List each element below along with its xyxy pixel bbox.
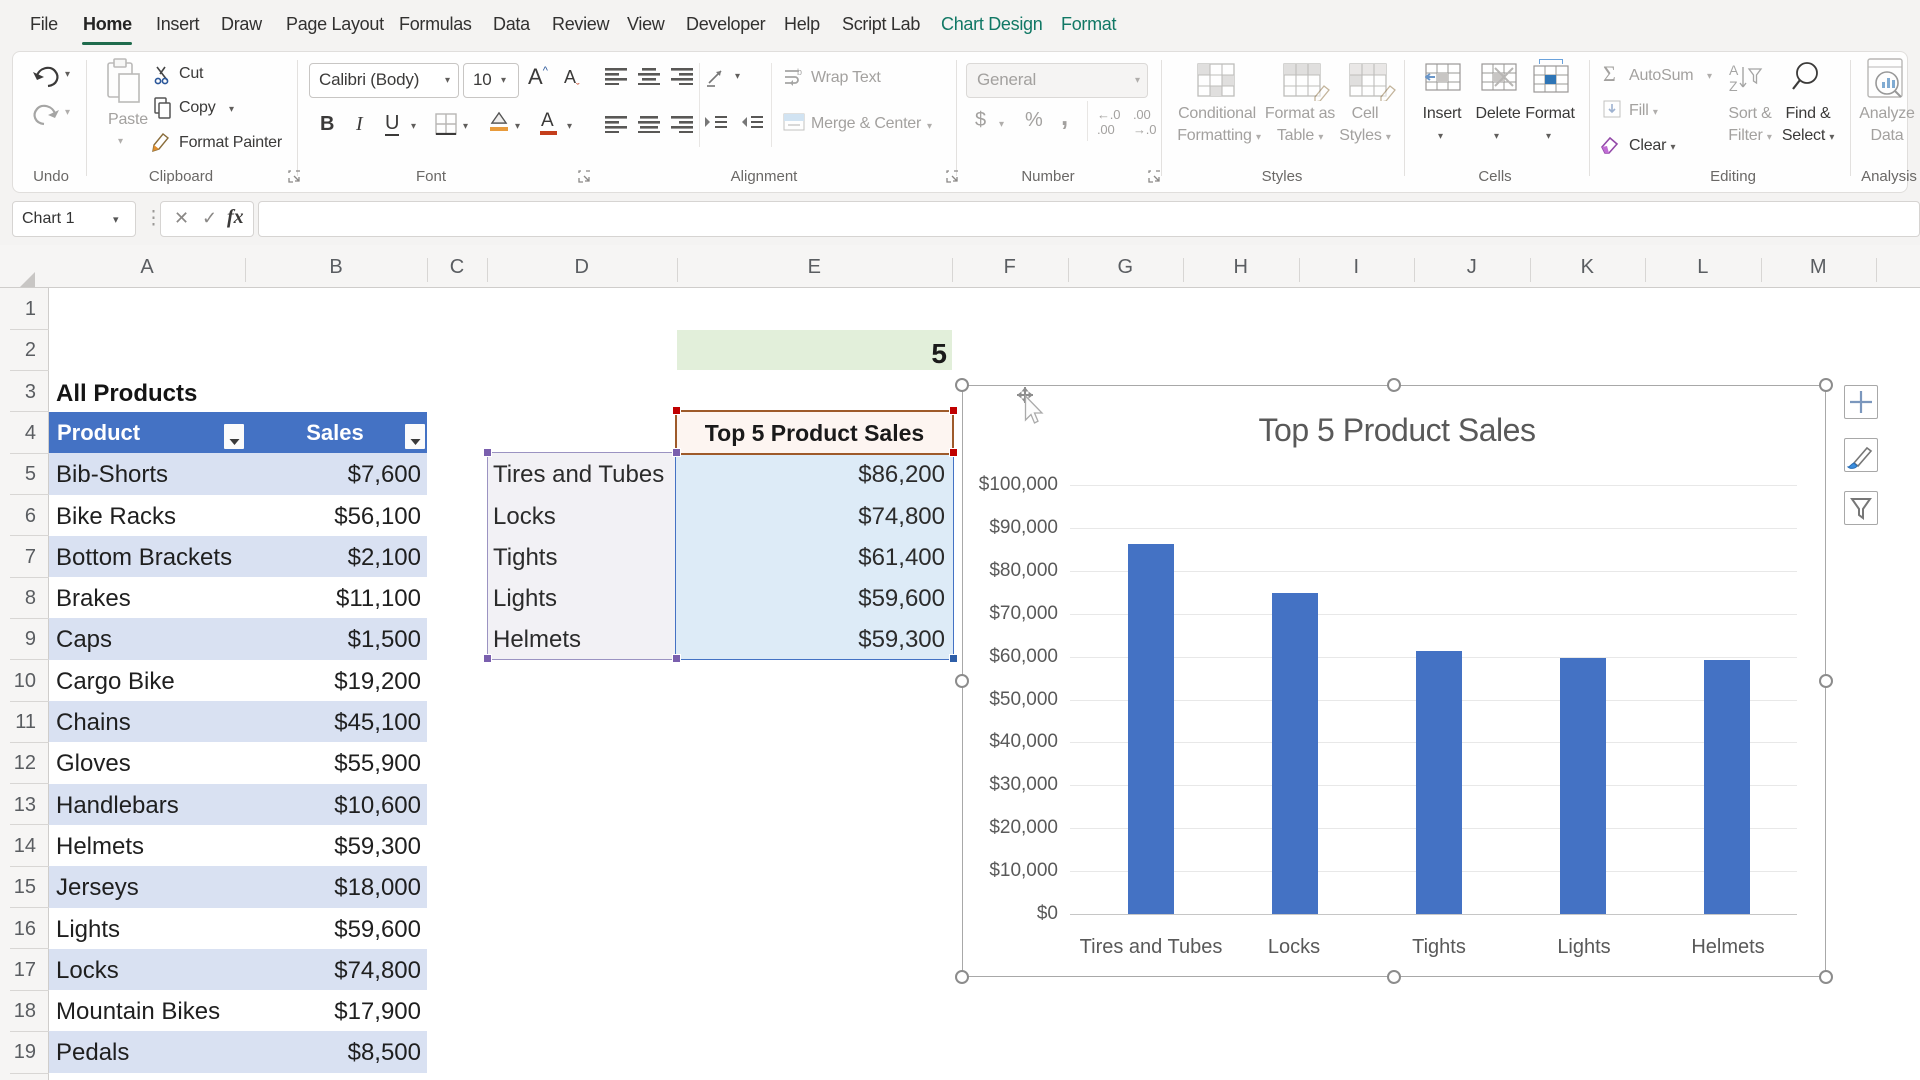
- svg-text:A: A: [1729, 62, 1739, 78]
- svg-text:Z: Z: [1729, 78, 1738, 94]
- svg-text:b: b: [797, 67, 802, 77]
